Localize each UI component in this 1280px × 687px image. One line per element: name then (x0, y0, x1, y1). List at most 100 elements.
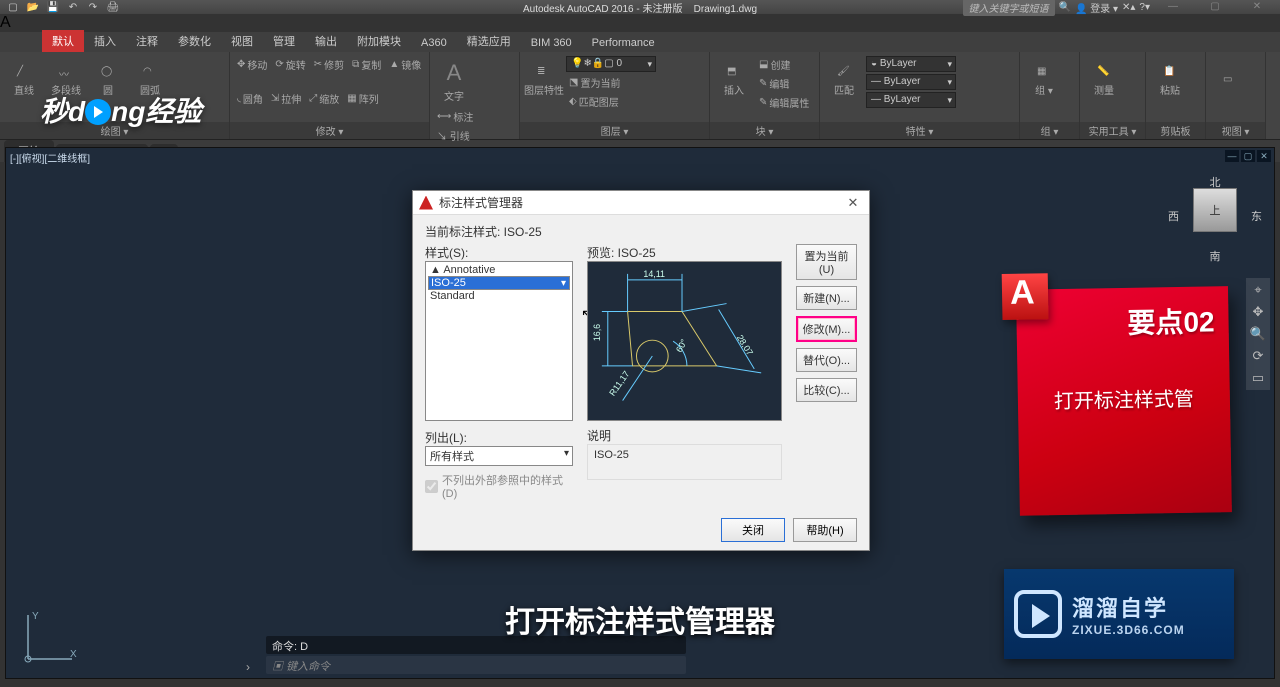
edit-block-button[interactable]: ✎ 编辑 (756, 75, 812, 92)
line-button[interactable]: ╱直线 (4, 56, 44, 106)
tab-output[interactable]: 输出 (305, 30, 347, 52)
polyline-button[interactable]: 〰多段线 (46, 56, 86, 106)
fillet-button[interactable]: ◟ 圆角 (234, 90, 266, 107)
scale-button[interactable]: ⤢ 缩放 (306, 90, 342, 107)
current-style-label: 当前标注样式: ISO-25 (425, 223, 857, 240)
insert-block-button[interactable]: ⬒插入 (714, 56, 754, 106)
panel-block-title[interactable]: 块 ▾ (710, 122, 819, 139)
panel-view-title[interactable]: 视图 ▾ (1206, 122, 1265, 139)
tab-default[interactable]: 默认 (42, 30, 84, 52)
qat-new-icon[interactable]: ▢ (6, 2, 20, 12)
viewcube-top[interactable]: 上 (1193, 188, 1237, 232)
set-current-button[interactable]: 置为当前(U) (796, 244, 857, 280)
qat-redo-icon[interactable]: ↷ (86, 2, 100, 12)
qat-open-icon[interactable]: 📂 (26, 2, 40, 12)
group-button[interactable]: ▦组 ▾ (1024, 56, 1064, 106)
list-item-selected[interactable]: ISO-25 (428, 276, 570, 290)
color-combo[interactable]: ◒ ByLayer (866, 56, 956, 72)
list-item[interactable]: Standard (428, 290, 570, 302)
cmd-toggle-icon[interactable]: › (246, 660, 250, 674)
viewport-close-icon[interactable]: ✕ (1257, 150, 1271, 162)
make-current-button[interactable]: ⬔ 置为当前 (566, 74, 656, 91)
help-dialog-button[interactable]: 帮助(H) (793, 518, 857, 542)
viewcube-east[interactable]: 东 (1251, 208, 1262, 224)
qat-save-icon[interactable]: 💾 (46, 2, 60, 12)
new-style-button[interactable]: 新建(N)... (796, 286, 857, 310)
viewport-label[interactable]: [-][俯视][二维线框] (10, 150, 90, 165)
qat-print-icon[interactable]: 🖨 (106, 2, 120, 12)
lineweight-combo[interactable]: — ByLayer (866, 74, 956, 90)
create-block-button[interactable]: ⬓ 创建 (756, 56, 812, 73)
viewport-max-icon[interactable]: ▢ (1241, 150, 1255, 162)
tab-featured[interactable]: 精选应用 (457, 30, 521, 52)
viewcube-west[interactable]: 西 (1168, 208, 1179, 224)
list-filter-select[interactable]: 所有样式 (425, 446, 573, 466)
search-icon[interactable]: 🔍 (1059, 2, 1071, 13)
styles-listbox[interactable]: ▲ Annotative ISO-25 Standard (425, 261, 573, 421)
minimize-button[interactable]: — (1154, 1, 1192, 13)
mirror-button[interactable]: ▲ 镜像 (386, 56, 424, 73)
xref-checkbox[interactable]: 不列出外部参照中的样式(D) (425, 472, 573, 500)
exchange-icon[interactable]: ✕▴ (1122, 2, 1135, 13)
dialog-titlebar[interactable]: 标注样式管理器 ✕ (413, 191, 869, 215)
dialog-close-button[interactable]: ✕ (843, 195, 863, 211)
edit-attr-button[interactable]: ✎ 编辑属性 (756, 94, 812, 111)
leader-button[interactable]: ↘ 引线 (434, 127, 476, 144)
fullnav-icon[interactable]: ⌖ (1254, 282, 1261, 298)
panel-layer-title[interactable]: 图层 ▾ (520, 122, 709, 139)
tab-insert[interactable]: 插入 (84, 30, 126, 52)
viewport-min-icon[interactable]: — (1225, 150, 1239, 162)
viewcube[interactable]: 北 西 上 东 南 (1180, 174, 1250, 264)
compare-style-button[interactable]: 比较(C)... (796, 378, 857, 402)
layer-properties-button[interactable]: ≣图层特性 (524, 56, 564, 106)
viewcube-south[interactable]: 南 (1180, 248, 1250, 264)
tab-bim360[interactable]: BIM 360 (521, 34, 582, 52)
command-line[interactable]: ▣ 键入命令 (266, 656, 686, 674)
linetype-combo[interactable]: — ByLayer (866, 92, 956, 108)
qat-undo-icon[interactable]: ↶ (66, 2, 80, 12)
paste-button[interactable]: 📋粘贴 (1150, 56, 1190, 106)
tab-addon[interactable]: 附加模块 (347, 30, 411, 52)
title-bar: ▢ 📂 💾 ↶ ↷ 🖨 Autodesk AutoCAD 2016 - 未注册版… (0, 0, 1280, 14)
panel-group-title[interactable]: 组 ▾ (1020, 122, 1079, 139)
panel-draw-title[interactable]: 绘图 ▾ (0, 122, 229, 139)
match-layer-button[interactable]: ⬖ 匹配图层 (566, 93, 656, 110)
orbit-icon[interactable]: ⟳ (1253, 348, 1264, 364)
tab-a360[interactable]: A360 (411, 34, 457, 52)
measure-button[interactable]: 📏测量 (1084, 56, 1124, 106)
modify-style-button[interactable]: 修改(M)... (796, 316, 857, 342)
stretch-button[interactable]: ⇲ 拉伸 (268, 90, 304, 107)
layer-combo[interactable]: 💡❄🔒▢ 0 (566, 56, 656, 72)
arc-button[interactable]: ◠圆弧 (130, 56, 170, 106)
tab-performance[interactable]: Performance (582, 34, 665, 52)
move-button[interactable]: ✥ 移动 (234, 56, 270, 73)
help-icon[interactable]: ?▾ (1139, 2, 1150, 13)
zoom-icon[interactable]: 🔍 (1250, 326, 1266, 342)
tab-parametric[interactable]: 参数化 (168, 30, 221, 52)
dimension-button[interactable]: ⟷ 标注 (434, 108, 476, 125)
copy-button[interactable]: ⧉ 复制 (349, 56, 384, 73)
tab-annotate[interactable]: 注释 (126, 30, 168, 52)
tab-view[interactable]: 视图 (221, 30, 263, 52)
close-dialog-button[interactable]: 关闭 (721, 518, 785, 542)
panel-modify-title[interactable]: 修改 ▾ (230, 122, 429, 139)
rotate-button[interactable]: ⟳ 旋转 (272, 56, 308, 73)
trim-button[interactable]: ✂ 修剪 (311, 56, 347, 73)
text-button[interactable]: A文字 (434, 56, 474, 106)
maximize-button[interactable]: ▢ (1196, 1, 1234, 13)
base-view-button[interactable]: ▭ (1210, 56, 1250, 106)
circle-button[interactable]: ◯圆 (88, 56, 128, 106)
panel-prop-title[interactable]: 特性 ▾ (820, 122, 1019, 139)
tab-manage[interactable]: 管理 (263, 30, 305, 52)
match-prop-button[interactable]: 🖌匹配 (824, 56, 864, 106)
viewcube-north[interactable]: 北 (1180, 174, 1250, 190)
help-search[interactable]: 键入关键字或短语 (963, 0, 1055, 16)
array-button[interactable]: ▦ 阵列 (344, 90, 381, 107)
override-style-button[interactable]: 替代(O)... (796, 348, 857, 372)
pan-icon[interactable]: ✥ (1253, 304, 1264, 320)
showmotion-icon[interactable]: ▭ (1252, 370, 1264, 386)
login-button[interactable]: 👤 登录 ▾ (1075, 0, 1118, 15)
close-button[interactable]: ✕ (1238, 1, 1276, 13)
list-item[interactable]: ▲ Annotative (428, 264, 570, 276)
panel-util-title[interactable]: 实用工具 ▾ (1080, 122, 1145, 139)
